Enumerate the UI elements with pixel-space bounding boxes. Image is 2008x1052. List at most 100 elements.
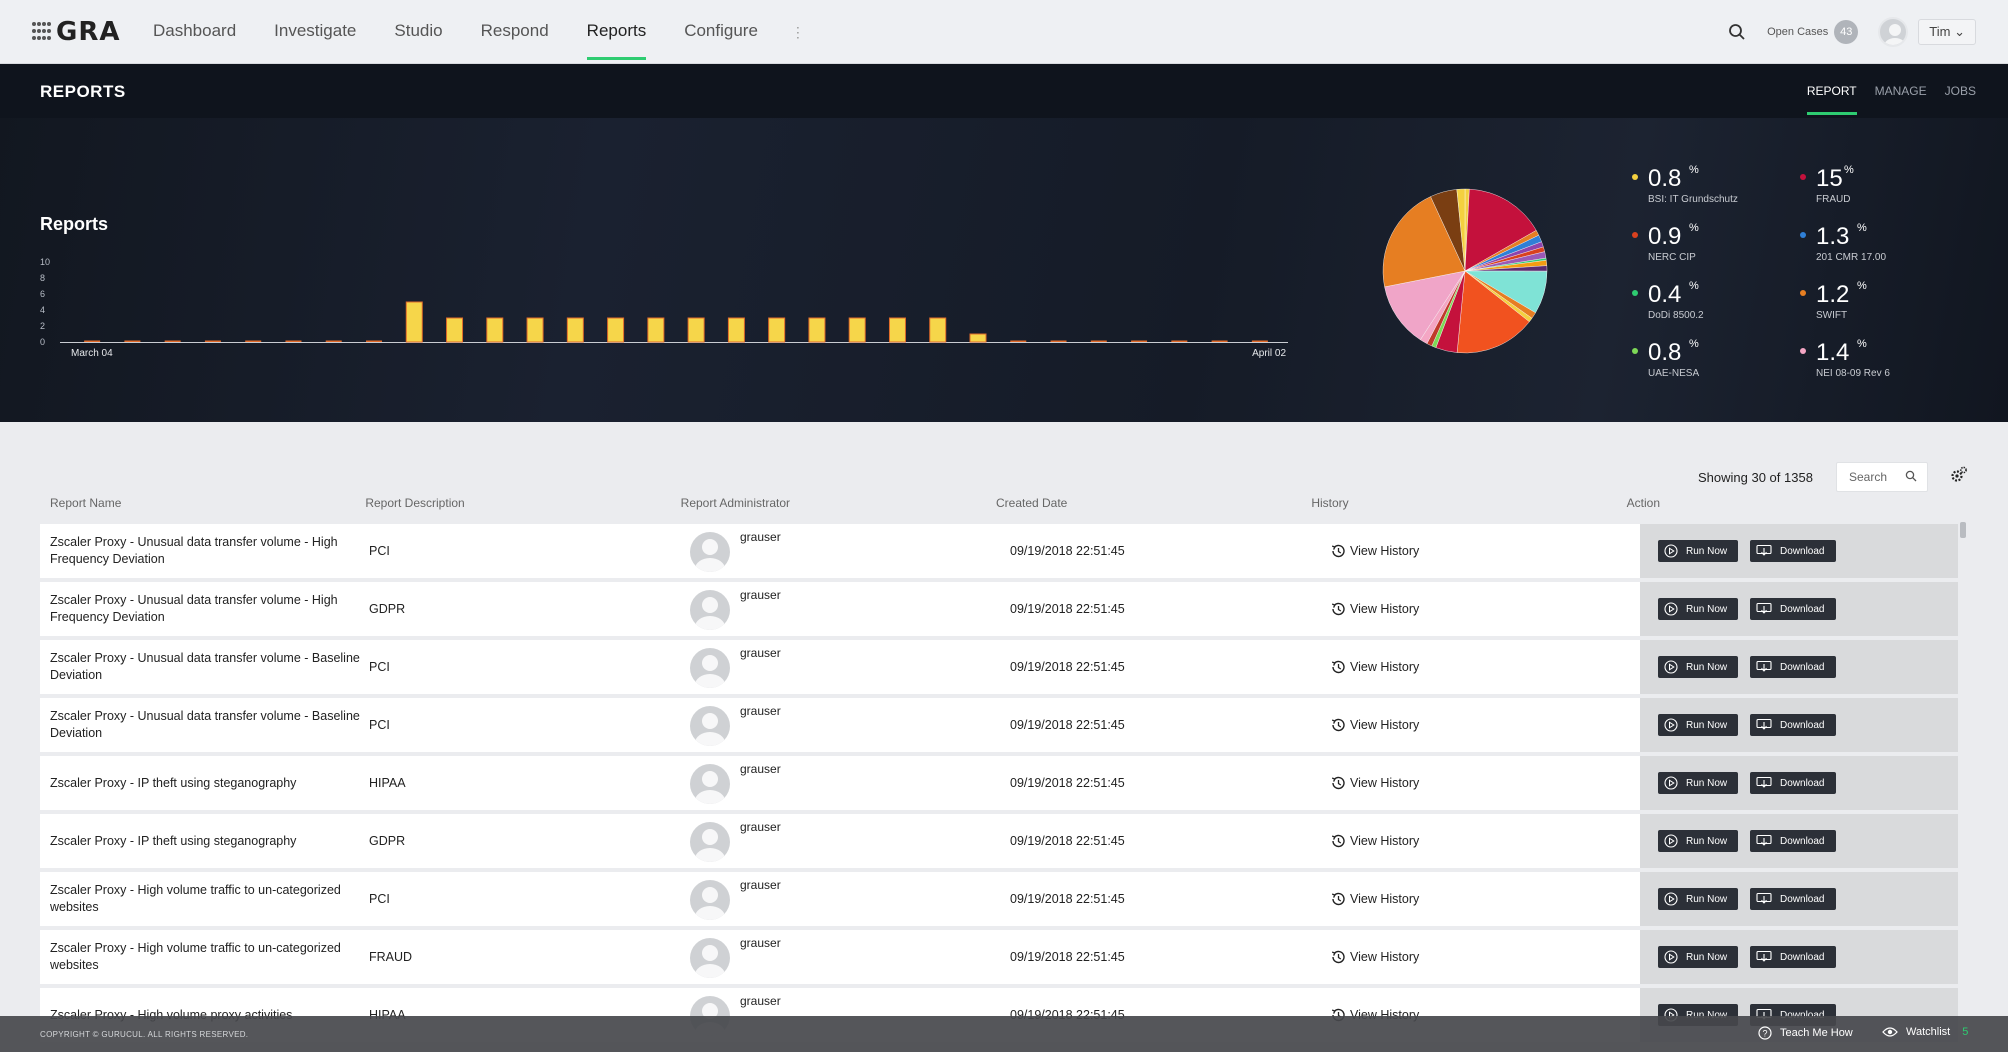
watchlist-button[interactable]: Watchlist 5 [1882,1026,1968,1038]
legend-item[interactable]: 1.4 % NEI 08-09 Rev 6 [1796,338,1946,388]
report-name[interactable]: Zscaler Proxy - Unusual data transfer vo… [50,582,360,636]
bar[interactable] [366,340,382,343]
run-now-button[interactable]: Run Now [1658,714,1738,736]
run-now-button[interactable]: Run Now [1658,656,1738,678]
bar[interactable] [1090,340,1107,343]
column-history[interactable]: History [1301,496,1616,518]
nav-studio[interactable]: Studio [375,0,461,64]
view-history-link[interactable]: View History [1330,756,1419,810]
bar[interactable] [888,317,906,343]
column-report-administrator[interactable]: Report Administrator [671,496,986,518]
bar[interactable] [325,340,342,343]
nav-investigate[interactable]: Investigate [255,0,375,64]
column-report-description[interactable]: Report Description [355,496,670,518]
view-history-link[interactable]: View History [1330,582,1419,636]
download-button[interactable]: Download [1750,540,1836,562]
more-menu-icon[interactable]: ⋮ [777,0,819,64]
download-button[interactable]: Download [1750,888,1836,910]
scrollbar-thumb[interactable] [1960,522,1966,538]
bar[interactable] [647,317,665,343]
settings-icon[interactable] [1950,466,1968,484]
nav-reports[interactable]: Reports [568,0,666,64]
bar[interactable] [727,317,745,343]
run-now-button[interactable]: Run Now [1658,772,1738,794]
run-now-button[interactable]: Run Now [1658,598,1738,620]
table-row[interactable]: Zscaler Proxy - High volume traffic to u… [40,930,1958,984]
column-created-date[interactable]: Created Date [986,496,1301,518]
run-now-button[interactable]: Run Now [1658,946,1738,968]
report-name[interactable]: Zscaler Proxy - High volume traffic to u… [50,872,360,926]
bar[interactable] [486,317,504,343]
view-history-link[interactable]: View History [1330,872,1419,926]
nav-configure[interactable]: Configure [665,0,777,64]
nav-dashboard[interactable]: Dashboard [134,0,255,64]
bar[interactable] [245,340,262,343]
view-history-link[interactable]: View History [1330,640,1419,694]
view-history-link[interactable]: View History [1330,814,1419,868]
legend-item[interactable]: 15 % FRAUD [1796,164,1946,214]
run-now-button[interactable]: Run Now [1658,540,1738,562]
report-name[interactable]: Zscaler Proxy - Unusual data transfer vo… [50,524,360,578]
column-action[interactable]: Action [1617,496,1932,518]
run-now-button[interactable]: Run Now [1658,830,1738,852]
bar[interactable] [969,333,987,343]
open-cases-badge[interactable]: 43 [1834,20,1859,44]
download-button[interactable]: Download [1750,830,1836,852]
download-button[interactable]: Download [1750,598,1836,620]
table-row[interactable]: Zscaler Proxy - Unusual data transfer vo… [40,524,1958,578]
bar[interactable] [1050,340,1067,343]
search-input[interactable]: Search [1836,462,1928,492]
report-name[interactable]: Zscaler Proxy - High volume traffic to u… [50,930,360,984]
user-avatar[interactable] [1878,17,1909,47]
table-row[interactable]: Zscaler Proxy - IP theft using steganogr… [40,756,1958,810]
bar[interactable] [446,317,464,343]
table-row[interactable]: Zscaler Proxy - High volume traffic to u… [40,872,1958,926]
download-button[interactable]: Download [1750,714,1836,736]
legend-item[interactable]: 0.4 % DoDi 8500.2 [1628,280,1778,330]
report-name[interactable]: Zscaler Proxy - Unusual data transfer vo… [50,698,360,752]
bar[interactable] [687,317,705,343]
bar[interactable] [1251,340,1268,343]
table-row[interactable]: Zscaler Proxy - Unusual data transfer vo… [40,582,1958,636]
bar[interactable] [164,340,181,343]
bar[interactable] [204,340,221,343]
column-report-name[interactable]: Report Name [40,496,355,518]
view-history-link[interactable]: View History [1330,930,1419,984]
legend-item[interactable]: 0.8 % BSI: IT Grundschutz [1628,164,1778,214]
user-menu-button[interactable]: Tim ⌄ [1918,19,1976,45]
bar[interactable] [808,317,826,343]
view-history-link[interactable]: View History [1330,524,1419,578]
table-scrollbar[interactable] [1957,520,1967,1020]
tab-report[interactable]: REPORT [1806,84,1857,115]
teach-me-how-button[interactable]: ? Teach Me How [1758,1026,1853,1040]
bar[interactable] [124,340,141,343]
report-name[interactable]: Zscaler Proxy - IP theft using steganogr… [50,814,360,868]
table-row[interactable]: Zscaler Proxy - Unusual data transfer vo… [40,640,1958,694]
report-name[interactable]: Zscaler Proxy - Unusual data transfer vo… [50,640,360,694]
bar[interactable] [929,317,947,343]
report-name[interactable]: Zscaler Proxy - IP theft using steganogr… [50,756,360,810]
download-button[interactable]: Download [1750,656,1836,678]
run-now-button[interactable]: Run Now [1658,888,1738,910]
bar[interactable] [405,301,423,343]
bar[interactable] [768,317,786,343]
bar[interactable] [84,340,101,343]
bar[interactable] [285,340,302,343]
gra-logo[interactable]: GRA [32,17,120,47]
legend-item[interactable]: 1.2 % SWIFT [1796,280,1946,330]
bar[interactable] [566,317,584,343]
view-history-link[interactable]: View History [1330,698,1419,752]
search-icon[interactable] [1725,20,1749,44]
bar[interactable] [1131,340,1148,343]
download-button[interactable]: Download [1750,772,1836,794]
open-cases-label[interactable]: Open Cases [1767,26,1828,38]
legend-item[interactable]: 0.9 % NERC CIP [1628,222,1778,272]
legend-item[interactable]: 0.8 % UAE-NESA [1628,338,1778,388]
bar[interactable] [1010,340,1027,343]
tab-manage[interactable]: MANAGE [1875,84,1927,115]
tab-jobs[interactable]: JOBS [1945,84,1976,115]
bar[interactable] [1211,340,1228,343]
bar[interactable] [607,317,625,343]
bar[interactable] [1171,340,1188,343]
nav-respond[interactable]: Respond [462,0,568,64]
